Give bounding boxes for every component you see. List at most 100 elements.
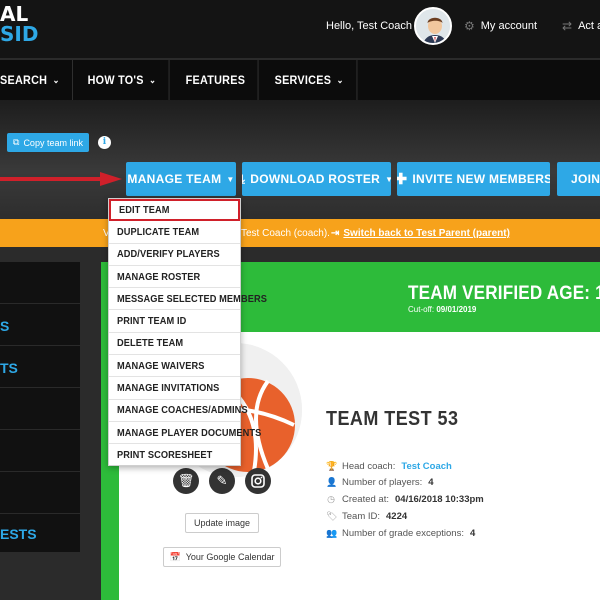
google-calendar-label: Your Google Calendar — [185, 552, 275, 562]
nav-item-label: SERVICES — [274, 73, 331, 87]
download-roster-button[interactable]: ⤓ DOWNLOAD ROSTER ▼ — [242, 162, 391, 196]
sidebar-item[interactable]: S — [0, 304, 80, 346]
menu-item-label: MANAGE COACHES/ADMINS — [117, 404, 248, 417]
team-verified-age: TEAM VERIFIED AGE: 14 — [408, 283, 600, 304]
team-id-value: 4224 — [386, 511, 408, 522]
nav-item-services[interactable]: SERVICES ⌄ — [262, 60, 357, 100]
players-row: 👤 Number of players: 4 — [326, 477, 434, 488]
user-icon: 👤 — [326, 477, 338, 487]
annotation-arrow — [0, 172, 122, 186]
menu-item-message-selected-members[interactable]: MESSAGE SELECTED MEMBERS — [109, 288, 267, 311]
trophy-icon: 🏆 — [326, 461, 338, 471]
delete-image-button[interactable]: 🗑 — [173, 468, 199, 494]
act-as-link[interactable]: ⇄ Act a — [562, 19, 600, 33]
info-icon[interactable]: i — [98, 136, 111, 149]
banner-acting-as: Test Coach (coach). — [241, 227, 330, 239]
menu-item-manage-player-documents[interactable]: MANAGE PLAYER DOCUMENTS — [109, 422, 261, 445]
menu-item-manage-waivers[interactable]: MANAGE WAIVERS — [109, 355, 240, 378]
sidebar-item[interactable] — [0, 262, 80, 304]
manage-team-label: MANAGE TEAM — [127, 172, 222, 186]
menu-item-manage-invitations[interactable]: MANAGE INVITATIONS — [109, 377, 240, 400]
cutoff-date: Cut-off: 09/01/2019 — [408, 305, 476, 314]
manage-team-button[interactable]: MANAGE TEAM ▼ — [126, 162, 236, 196]
manage-team-dropdown: EDIT TEAM DUPLICATE TEAM ADD/VERIFY PLAY… — [108, 198, 267, 466]
update-image-label: Update image — [193, 518, 251, 528]
menu-item-label: MANAGE PLAYER DOCUMENTS — [117, 426, 262, 439]
sidebar-item[interactable]: ESTS — [0, 514, 80, 552]
plus-icon: ✚ — [397, 171, 408, 188]
menu-item-print-scoresheet[interactable]: PRINT SCORESHEET — [109, 444, 240, 466]
menu-item-edit-team[interactable]: EDIT TEAM — [109, 199, 240, 222]
avatar-image — [416, 9, 450, 43]
copy-team-link-button[interactable]: ⧉ Copy team link — [7, 133, 89, 152]
menu-item-print-team-id[interactable]: PRINT TEAM ID — [109, 310, 240, 333]
sidebar-item[interactable] — [0, 472, 80, 514]
nav-item-label: SEARCH — [0, 73, 48, 87]
chevron-down-icon: ⌄ — [52, 74, 60, 85]
cutoff-label: Cut-off: — [408, 305, 435, 314]
menu-item-delete-team[interactable]: DELETE TEAM — [109, 333, 240, 356]
sidebar-item[interactable]: TS — [0, 346, 80, 388]
menu-item-label: EDIT TEAM — [119, 204, 170, 217]
join-team-button[interactable]: JOIN T — [557, 162, 600, 196]
grade-exceptions-label: Number of grade exceptions: — [342, 528, 464, 539]
head-coach-row: 🏆 Head coach: Test Coach — [326, 461, 452, 472]
invite-new-members-label: INVITE NEW MEMBERS — [412, 172, 550, 186]
main-nav: SEARCH ⌄ HOW TO'S ⌄ FEATURES SERVICES ⌄ — [0, 60, 600, 100]
acting-as-banner: V Test Coach (coach). ⇥ Switch back to Te… — [0, 219, 600, 247]
tag-icon: 🏷 — [326, 511, 338, 521]
switch-icon: ⇥ — [331, 227, 340, 239]
menu-item-label: ADD/VERIFY PLAYERS — [117, 248, 220, 261]
copy-team-link-label: Copy team link — [23, 137, 83, 148]
grade-exceptions-row: 👥 Number of grade exceptions: 4 — [326, 528, 475, 539]
clock-icon: ◷ — [327, 494, 335, 504]
sidebar-item-label: S — [0, 318, 10, 334]
instagram-icon — [251, 474, 265, 488]
menu-item-manage-roster[interactable]: MANAGE ROSTER — [109, 266, 240, 289]
instagram-button[interactable] — [245, 468, 271, 494]
my-account-link[interactable]: ⚙ My account — [464, 19, 537, 33]
menu-item-duplicate-team[interactable]: DUPLICATE TEAM — [109, 221, 240, 244]
invite-new-members-button[interactable]: ✚ INVITE NEW MEMBERS — [397, 162, 550, 196]
trash-icon: 🗑 — [177, 473, 195, 488]
avatar[interactable] — [414, 7, 452, 45]
page-background — [0, 100, 600, 220]
edit-image-button[interactable]: ✎ — [209, 468, 235, 494]
user-plus-icon: 👥 — [326, 528, 338, 538]
chevron-down-icon: ⌄ — [336, 74, 344, 85]
menu-item-label: MESSAGE SELECTED MEMBERS — [117, 292, 267, 305]
created-row: ◷ Created at: 04/16/2018 10:33pm — [326, 494, 484, 505]
nav-item-how-tos[interactable]: HOW TO'S ⌄ — [75, 60, 171, 100]
caret-down-icon: ▼ — [385, 174, 391, 184]
download-icon: ⤓ — [242, 171, 246, 186]
players-label: Number of players: — [342, 477, 423, 488]
nav-item-label: FEATURES — [185, 73, 245, 87]
switch-back-link[interactable]: ⇥ Switch back to Test Parent (parent) — [331, 228, 510, 239]
menu-item-manage-coaches-admins[interactable]: MANAGE COACHES/ADMINS — [109, 400, 248, 422]
head-coach-link[interactable]: Test Coach — [401, 461, 452, 472]
sidebar-item-label: ESTS — [0, 526, 37, 542]
menu-item-label: MANAGE ROSTER — [117, 270, 201, 283]
menu-item-add-verify-players[interactable]: ADD/VERIFY PLAYERS — [109, 244, 240, 266]
head-coach-label: Head coach: — [342, 461, 396, 472]
menu-item-label: PRINT TEAM ID — [117, 315, 187, 328]
menu-item-label: DELETE TEAM — [117, 337, 184, 350]
team-id-label: Team ID: — [342, 511, 381, 522]
menu-item-label: PRINT SCORESHEET — [117, 449, 213, 462]
site-logo[interactable]: AL SID — [0, 4, 38, 44]
sidebar-item[interactable] — [0, 430, 80, 472]
google-calendar-button[interactable]: 📅 Your Google Calendar — [163, 547, 281, 567]
grade-exceptions-value: 4 — [469, 528, 476, 539]
created-value: 04/16/2018 10:33pm — [395, 494, 484, 505]
sidebar-item[interactable] — [0, 388, 80, 430]
left-sidebar: S TS ESTS — [0, 262, 80, 552]
nav-item-label: HOW TO'S — [87, 73, 145, 87]
menu-item-label: MANAGE WAIVERS — [117, 359, 205, 372]
chevron-down-icon: ⌄ — [149, 74, 157, 85]
switch-back-label: Switch back to Test Parent (parent) — [343, 227, 510, 239]
nav-item-features[interactable]: FEATURES — [173, 60, 259, 100]
created-label: Created at: — [342, 494, 389, 505]
update-image-button[interactable]: Update image — [185, 513, 259, 533]
nav-item-search[interactable]: SEARCH ⌄ — [0, 60, 74, 100]
menu-item-label: MANAGE INVITATIONS — [117, 382, 220, 395]
